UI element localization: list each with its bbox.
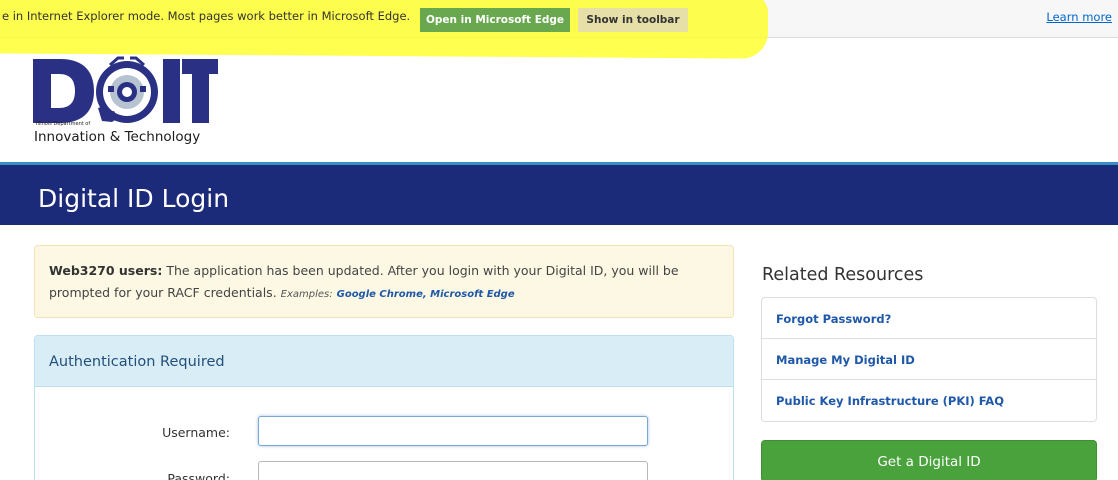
- logo-department-label: Illinois Department of: [36, 121, 91, 127]
- alert-bold-label: Web3270 users:: [49, 263, 163, 278]
- learn-more-link[interactable]: Learn more: [1046, 10, 1112, 24]
- show-in-toolbar-button[interactable]: Show in toolbar: [578, 8, 688, 32]
- related-resources-list: Forgot Password? Manage My Digital ID Pu…: [761, 297, 1097, 422]
- forgot-password-link[interactable]: Forgot Password?: [762, 298, 1096, 339]
- alert-examples-label: Examples:: [280, 289, 333, 300]
- alert-examples-links[interactable]: Google Chrome, Microsoft Edge: [337, 289, 515, 300]
- get-digital-id-button[interactable]: Get a Digital ID: [761, 440, 1097, 480]
- web3270-alert: Web3270 users: The application has been …: [34, 245, 734, 318]
- open-in-edge-button[interactable]: Open in Microsoft Edge: [420, 8, 570, 32]
- related-resources-title: Related Resources: [762, 265, 924, 285]
- username-input[interactable]: [258, 416, 648, 446]
- pki-faq-link[interactable]: Public Key Infrastructure (PKI) FAQ: [762, 380, 1096, 421]
- ie-mode-message: e in Internet Explorer mode. Most pages …: [2, 9, 411, 23]
- logo-agency-name: Innovation & Technology: [34, 129, 201, 145]
- authentication-panel: Authentication Required: [34, 335, 734, 480]
- ie-mode-infobar: e in Internet Explorer mode. Most pages …: [0, 0, 1118, 59]
- authentication-heading: Authentication Required: [35, 336, 733, 387]
- page-root: e in Internet Explorer mode. Most pages …: [0, 0, 1118, 480]
- password-input[interactable]: [258, 461, 648, 480]
- password-label: Password:: [167, 471, 230, 480]
- page-title: Digital ID Login: [38, 184, 230, 213]
- username-label: Username:: [162, 425, 230, 440]
- manage-digital-id-link[interactable]: Manage My Digital ID: [762, 339, 1096, 380]
